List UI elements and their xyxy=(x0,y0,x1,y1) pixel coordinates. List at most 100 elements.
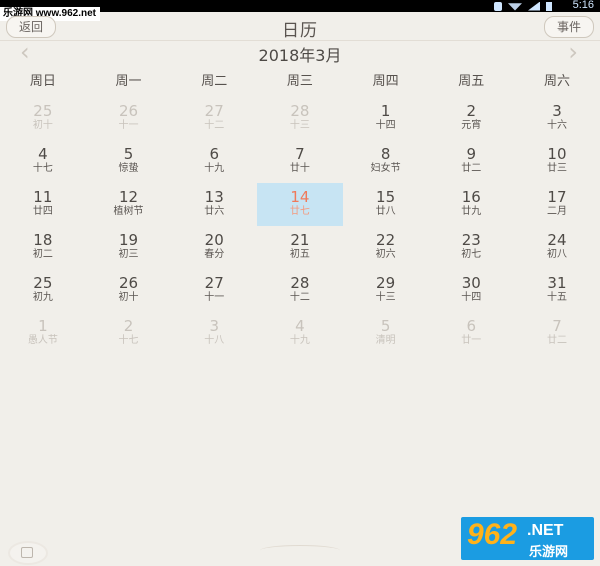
day-number: 4 xyxy=(38,145,48,163)
calendar-day[interactable]: 10 廿三 xyxy=(514,140,600,183)
calendar-week-row: 25 初十 26 十一 27 十二 28 十三 1 十四 2 元宵 3 十六 xyxy=(0,97,600,140)
calendar-week-row: 4 十七 5 惊蛰 6 十九 7 廿十 8 妇女节 9 廿二 10 廿三 xyxy=(0,140,600,183)
edit-note-button[interactable] xyxy=(8,541,48,565)
calendar-day[interactable]: 26 十一 xyxy=(86,97,172,140)
day-number: 4 xyxy=(295,317,305,335)
day-number: 23 xyxy=(461,231,481,249)
calendar-day[interactable]: 6 十九 xyxy=(171,140,257,183)
calendar-day[interactable]: 4 十七 xyxy=(0,140,86,183)
weekday-tue: 周二 xyxy=(201,74,228,89)
lunar-date: 初七 xyxy=(461,249,482,260)
day-number: 13 xyxy=(204,188,224,206)
day-number: 20 xyxy=(204,231,224,249)
day-number: 5 xyxy=(380,317,391,335)
weekday-mon: 周一 xyxy=(115,74,142,89)
day-number: 25 xyxy=(33,102,53,120)
edit-icon xyxy=(21,547,33,558)
calendar-day[interactable]: 27 十一 xyxy=(171,269,257,312)
calendar-day[interactable]: 5 惊蛰 xyxy=(86,140,172,183)
calendar-day[interactable]: 21 初五 xyxy=(257,226,343,269)
day-number: 11 xyxy=(33,188,53,206)
calendar-day[interactable]: 7 廿二 xyxy=(514,312,600,355)
day-number: 6 xyxy=(209,145,219,163)
calendar-day[interactable]: 1 十四 xyxy=(343,97,429,140)
calendar-day[interactable]: 8 妇女节 xyxy=(343,140,429,183)
watermark-logo: 962 .NET 乐游网 xyxy=(461,517,594,560)
day-number: 2 xyxy=(123,317,134,335)
lunar-date: 初十 xyxy=(32,120,53,131)
lunar-date: 十九 xyxy=(289,335,310,346)
day-number: 7 xyxy=(295,145,305,163)
lunar-date: 十六 xyxy=(546,120,567,131)
calendar-day[interactable]: 25 初九 xyxy=(0,269,86,312)
calendar-day[interactable]: 7 廿十 xyxy=(257,140,343,183)
calendar-day[interactable]: 18 初二 xyxy=(0,226,86,269)
calendar-day[interactable]: 31 十五 xyxy=(514,269,600,312)
day-number: 10 xyxy=(547,145,567,163)
calendar-day[interactable]: 13 廿六 xyxy=(171,183,257,226)
day-number: 6 xyxy=(466,317,477,335)
page-title: 日历 xyxy=(282,21,318,41)
calendar-day[interactable]: 5 清明 xyxy=(343,312,429,355)
calendar-day[interactable]: 19 初三 xyxy=(86,226,172,269)
calendar-day[interactable]: 28 十三 xyxy=(257,97,343,140)
calendar-day[interactable]: 30 十四 xyxy=(428,269,514,312)
day-number: 5 xyxy=(123,145,134,163)
day-number: 31 xyxy=(547,274,567,292)
calendar-day[interactable]: 20 春分 xyxy=(171,226,257,269)
day-number: 3 xyxy=(209,317,219,335)
lunar-date: 廿三 xyxy=(546,163,567,174)
day-number: 30 xyxy=(461,274,481,292)
day-number: 19 xyxy=(118,231,139,249)
calendar-day[interactable]: 16 廿九 xyxy=(428,183,514,226)
day-number: 22 xyxy=(376,231,396,249)
lunar-date: 廿四 xyxy=(32,206,53,217)
day-number: 24 xyxy=(547,231,567,249)
day-number: 18 xyxy=(33,231,53,249)
weekday-sun: 周日 xyxy=(29,74,56,89)
calendar-day[interactable]: 17 二月 xyxy=(514,183,600,226)
calendar-day[interactable]: 22 初六 xyxy=(343,226,429,269)
calendar-day[interactable]: 6 廿一 xyxy=(428,312,514,355)
lunar-date: 春分 xyxy=(204,249,225,260)
calendar-day[interactable]: 3 十八 xyxy=(171,312,257,355)
lunar-date: 初五 xyxy=(289,249,310,260)
footer-ornament xyxy=(260,545,340,556)
calendar-day[interactable]: 2 元宵 xyxy=(428,97,514,140)
lunar-date: 初九 xyxy=(32,292,53,303)
lunar-date: 十七 xyxy=(118,335,139,346)
calendar-day[interactable]: 15 廿八 xyxy=(343,183,429,226)
weekday-fri: 周五 xyxy=(458,74,485,89)
calendar-day[interactable]: 2 十七 xyxy=(86,312,172,355)
calendar-day[interactable]: 1 愚人节 xyxy=(0,312,86,355)
calendar-day[interactable]: 28 十二 xyxy=(257,269,343,312)
day-number: 14 xyxy=(290,188,310,206)
day-number: 29 xyxy=(376,274,396,292)
calendar-day[interactable]: 3 十六 xyxy=(514,97,600,140)
calendar-day[interactable]: 11 廿四 xyxy=(0,183,86,226)
calendar-day[interactable]: 4 十九 xyxy=(257,312,343,355)
calendar-day[interactable]: 27 十二 xyxy=(171,97,257,140)
calendar-day[interactable]: 25 初十 xyxy=(0,97,86,140)
day-number: 27 xyxy=(204,274,224,292)
lunar-date: 元宵 xyxy=(461,120,482,131)
header: 返回 日历 事件 xyxy=(0,12,600,41)
event-button[interactable]: 事件 xyxy=(543,16,594,38)
calendar-day-today[interactable]: 14 廿七 xyxy=(257,183,343,226)
day-number: 12 xyxy=(118,188,139,206)
lunar-date: 十四 xyxy=(461,292,482,303)
calendar-day[interactable]: 9 廿二 xyxy=(428,140,514,183)
calendar-day[interactable]: 23 初七 xyxy=(428,226,514,269)
calendar-day[interactable]: 12 植树节 xyxy=(86,183,172,226)
next-month-icon[interactable]: › xyxy=(568,40,578,64)
calendar-day[interactable]: 29 十三 xyxy=(343,269,429,312)
calendar-day[interactable]: 26 初十 xyxy=(86,269,172,312)
wifi-icon xyxy=(508,3,522,11)
lunar-date: 廿六 xyxy=(204,206,225,217)
lunar-date: 初三 xyxy=(118,249,139,260)
day-number: 21 xyxy=(290,231,310,249)
lunar-date: 十五 xyxy=(546,292,567,303)
month-label: 2018年3月 xyxy=(258,46,342,65)
lunar-date: 廿九 xyxy=(461,206,482,217)
calendar-day[interactable]: 24 初八 xyxy=(514,226,600,269)
